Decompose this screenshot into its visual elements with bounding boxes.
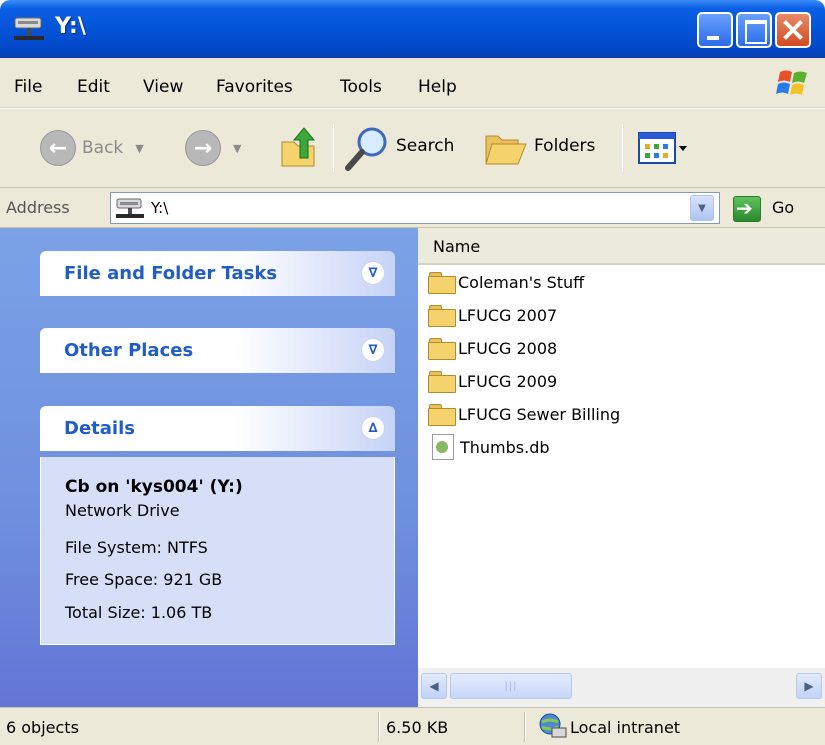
folder-icon	[428, 272, 456, 294]
folders-button[interactable]: Folders	[534, 136, 595, 156]
folder-icon	[428, 404, 456, 426]
forward-dropdown-icon[interactable]: ▼	[233, 142, 241, 155]
expand-chevron-icon[interactable]: ∇	[361, 261, 385, 285]
other-places-title: Other Places	[64, 340, 194, 361]
list-item[interactable]: LFUCG 2008	[428, 334, 557, 362]
search-icon[interactable]	[342, 126, 390, 172]
details-body: Cb on 'kys004' (Y:) Network Drive File S…	[40, 457, 395, 645]
views-icon[interactable]	[638, 132, 688, 166]
scroll-left-icon[interactable]: ◀	[421, 673, 447, 699]
folders-icon[interactable]	[484, 128, 528, 168]
status-size: 6.50 KB	[386, 718, 449, 737]
scroll-thumb[interactable]: |||	[450, 673, 572, 699]
list-item[interactable]: Thumbs.db	[428, 433, 550, 461]
forward-button[interactable]: → ▼	[185, 130, 241, 166]
total-size: Total Size: 1.06 TB	[65, 603, 213, 622]
back-label: Back	[82, 138, 124, 158]
network-drive-icon	[116, 198, 144, 218]
file-name: Thumbs.db	[460, 437, 550, 457]
search-label: Search	[396, 136, 455, 156]
folder-icon	[428, 371, 456, 393]
back-arrow-icon: ←	[40, 130, 76, 166]
back-dropdown-icon[interactable]: ▼	[135, 142, 143, 155]
maximize-button[interactable]	[736, 12, 772, 48]
forward-arrow-icon: →	[185, 130, 221, 166]
other-places-panel[interactable]: Other Places ∇	[40, 328, 395, 373]
collapse-chevron-icon[interactable]: ∆	[361, 416, 385, 440]
database-file-icon	[432, 434, 454, 460]
horizontal-scrollbar[interactable]: ◀ ||| ▶	[418, 668, 825, 707]
list-item[interactable]: LFUCG 2007	[428, 301, 557, 329]
drive-name: Cb on 'kys004' (Y:)	[65, 477, 243, 497]
status-object-count: 6 objects	[6, 718, 79, 737]
search-button[interactable]: Search	[396, 136, 454, 156]
address-bar: Address Y:\ ▼	[0, 188, 825, 228]
address-label: Address	[6, 198, 70, 217]
file-name: LFUCG Sewer Billing	[458, 404, 621, 424]
expand-chevron-icon[interactable]: ∇	[361, 338, 385, 362]
network-drive-icon	[14, 17, 44, 40]
file-list: Name Coleman's Stuff LFUCG 2007 LFUCG 20…	[418, 228, 825, 668]
minimize-button[interactable]	[697, 12, 733, 48]
list-item[interactable]: LFUCG 2009	[428, 367, 557, 395]
details-panel[interactable]: Details ∆	[40, 406, 395, 451]
details-title: Details	[64, 418, 135, 439]
status-bar: 6 objects 6.50 KB Local intranet	[0, 707, 825, 745]
go-arrow-icon[interactable]	[733, 196, 761, 222]
address-dropdown-icon[interactable]: ▼	[690, 195, 714, 221]
list-item[interactable]: Coleman's Stuff	[428, 268, 584, 296]
file-folder-tasks-panel[interactable]: File and Folder Tasks ∇	[40, 251, 395, 296]
go-button[interactable]: Go	[772, 198, 794, 217]
file-name: LFUCG 2007	[458, 305, 558, 325]
folders-label: Folders	[534, 136, 596, 156]
title-bar[interactable]: Y:\	[0, 0, 825, 58]
list-item[interactable]: LFUCG Sewer Billing	[428, 400, 620, 428]
up-folder-icon[interactable]	[274, 122, 324, 172]
menu-tools[interactable]: Tools	[340, 77, 382, 97]
menu-help[interactable]: Help	[418, 77, 457, 97]
menu-favorites[interactable]: Favorites	[216, 77, 293, 97]
menu-file[interactable]: File	[14, 77, 42, 97]
file-folder-tasks-title: File and Folder Tasks	[64, 263, 278, 284]
menu-edit[interactable]: Edit	[77, 77, 110, 97]
file-system: File System: NTFS	[65, 538, 208, 557]
local-intranet-icon	[539, 713, 567, 738]
window-title: Y:\	[55, 14, 86, 39]
column-header-name[interactable]: Name	[418, 228, 825, 265]
file-name: Coleman's Stuff	[458, 272, 585, 292]
menu-view[interactable]: View	[143, 77, 183, 97]
status-zone: Local intranet	[570, 718, 681, 737]
address-input[interactable]: Y:\	[110, 192, 720, 224]
folder-icon	[428, 338, 456, 360]
free-space: Free Space: 921 GB	[65, 570, 223, 589]
windows-logo-icon	[776, 70, 807, 95]
back-button[interactable]: ← Back ▼	[40, 130, 144, 166]
drive-type: Network Drive	[65, 501, 180, 520]
column-name-label: Name	[433, 237, 481, 256]
menu-bar: File Edit View Favorites Tools Help	[0, 58, 825, 108]
address-value: Y:\	[151, 199, 169, 217]
close-button[interactable]	[775, 12, 811, 48]
scroll-right-icon[interactable]: ▶	[796, 673, 822, 699]
file-name: LFUCG 2008	[458, 338, 558, 358]
folder-icon	[428, 305, 456, 327]
file-name: LFUCG 2009	[458, 371, 558, 391]
